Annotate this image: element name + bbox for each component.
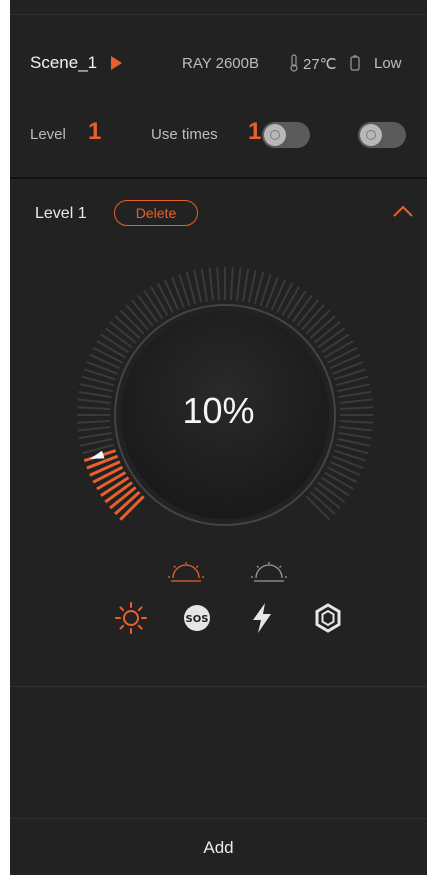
secondary-toggle[interactable] (358, 122, 406, 148)
dial-tick (324, 471, 354, 490)
dial-tick (193, 270, 203, 303)
app-screen: Scene_1 RAY 2600B 27℃ Low Level 1 Use ti… (10, 0, 427, 875)
add-button[interactable]: Add (10, 819, 427, 875)
dial-tick (281, 286, 300, 316)
dial-tick (92, 465, 124, 484)
dial-tick (100, 333, 130, 354)
dial-tick (216, 267, 220, 301)
temperature-readout: 27℃ (303, 56, 337, 73)
dial-pointer[interactable] (89, 450, 105, 459)
level-panel-header: Level 1 Delete (10, 198, 427, 232)
mode-flash-button[interactable] (242, 598, 282, 638)
battery-icon (350, 55, 360, 71)
dial-tick (276, 282, 294, 313)
use-times-value: 1 (248, 118, 262, 145)
dial-tick (150, 286, 169, 316)
dial-tick (236, 267, 242, 301)
dial-tick (208, 267, 214, 301)
dial-tick (327, 346, 358, 364)
dial-tick (156, 282, 174, 313)
dial-tick (329, 353, 361, 370)
dial-tick (291, 294, 313, 323)
mode-strobe-button[interactable] (308, 598, 348, 638)
sun-icon (115, 602, 147, 634)
dial-tick (286, 290, 307, 320)
dial-tick (80, 437, 113, 447)
light-1-icon[interactable] (165, 560, 207, 586)
lightning-icon (253, 603, 271, 633)
mode-steady-button[interactable] (111, 598, 151, 638)
top-divider (10, 14, 427, 15)
level-summary: Level 1 Use times 1 (10, 114, 427, 154)
scene-name[interactable]: Scene_1 (30, 53, 97, 73)
svg-text:SOS: SOS (186, 614, 209, 625)
section-divider (10, 177, 427, 179)
dial-tick (317, 327, 346, 349)
dial-tick (270, 279, 287, 311)
dial-tick (89, 353, 121, 370)
dial-tick (337, 437, 370, 447)
use-times-label: Use times (151, 126, 218, 143)
light-2-icon[interactable] (248, 560, 290, 586)
scene-header: Scene_1 RAY 2600B 27℃ Low (10, 46, 427, 80)
toggle-knob (264, 124, 286, 146)
dial-tick (247, 270, 257, 303)
play-icon[interactable] (111, 56, 122, 70)
dial-tick (137, 294, 159, 323)
device-name: RAY 2600B (182, 55, 259, 72)
battery-label: Low (374, 55, 402, 72)
dial-tick (329, 460, 361, 477)
thermometer-icon (290, 54, 298, 72)
dial-tick (230, 267, 234, 301)
chevron-up-icon[interactable] (392, 204, 414, 218)
level-label: Level (30, 126, 66, 143)
panel-divider (10, 686, 427, 687)
light-mode-subrow (10, 560, 427, 586)
dial-tick (338, 432, 372, 440)
dial-tick (92, 346, 123, 364)
toggle-knob (360, 124, 382, 146)
dial-tick (163, 279, 180, 311)
brightness-percent: 10% (182, 390, 255, 431)
delete-button[interactable]: Delete (114, 200, 198, 226)
dial-tick (324, 340, 354, 359)
dial-tick (242, 268, 250, 302)
level-title: Level 1 (35, 205, 87, 222)
dial-tick (104, 327, 133, 349)
dial-tick (200, 268, 208, 302)
light-mode-row: SOS (10, 598, 427, 642)
dial-tick (78, 432, 112, 440)
dial-tick (143, 290, 164, 320)
use-times-toggle[interactable] (262, 122, 310, 148)
sos-icon: SOS (184, 605, 210, 631)
dial-tick (327, 466, 358, 484)
dial-tick (317, 481, 346, 503)
dial-tick (96, 340, 126, 359)
dial-tick (320, 333, 350, 354)
shutter-icon (315, 603, 341, 633)
dial-tick (320, 476, 350, 497)
mode-sos-button[interactable]: SOS (177, 598, 217, 638)
level-value: 1 (88, 118, 102, 145)
